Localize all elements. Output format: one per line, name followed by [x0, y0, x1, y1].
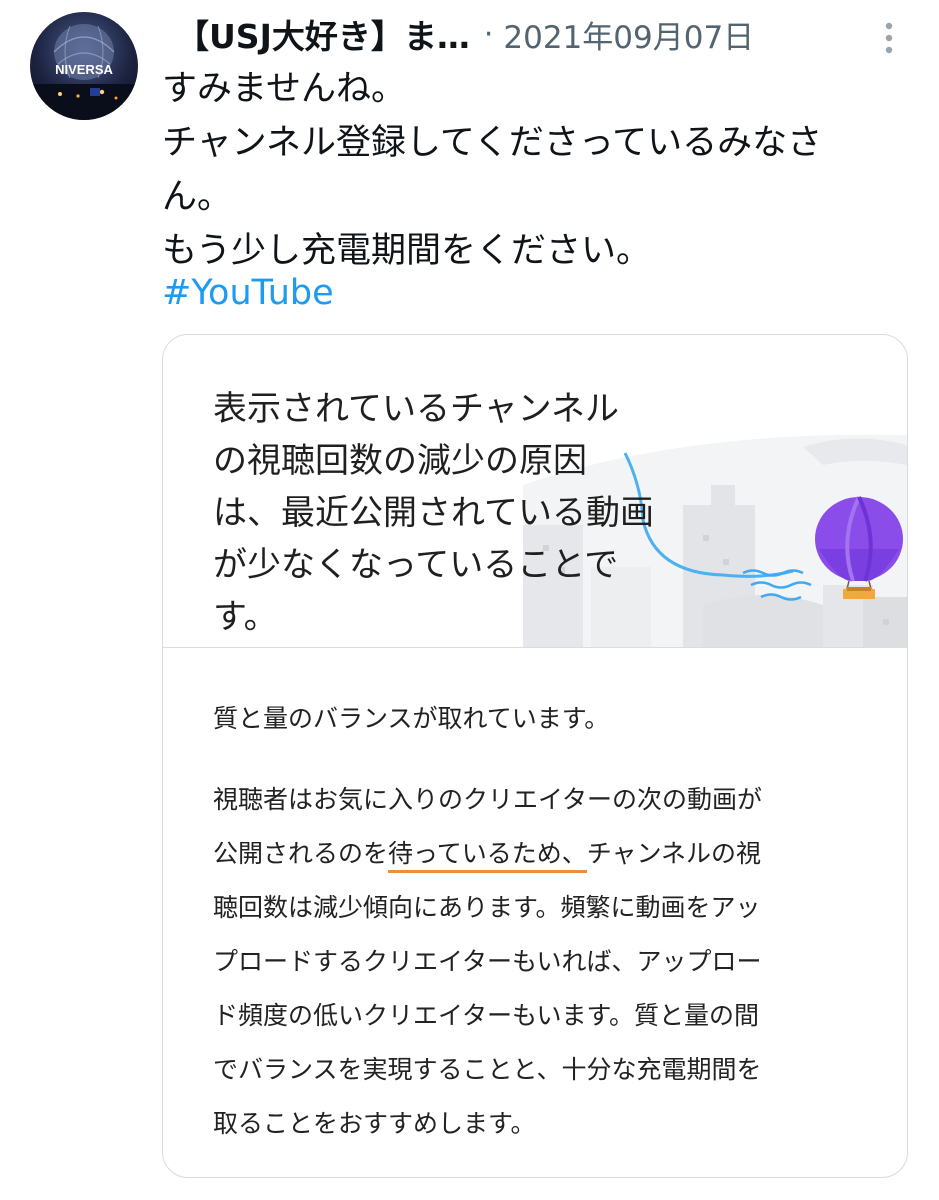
card-subheading: 質と量のバランスが取れています。 [213, 704, 610, 733]
highlighted-phrase: 待っているため、 [388, 839, 587, 873]
card-body-segment: 公開されるのを [213, 839, 389, 868]
card-body-line: 公開されるのを待っているため、チャンネルの視 [213, 827, 873, 881]
card-headline-line: す。 [213, 597, 278, 637]
tweet[interactable]: NIVERSA 【USJ大好き】ま… · 2021年09月07日 すみませんね。… [0, 0, 939, 1200]
card-body-line: 聴回数は減少傾向にあります。頻繁に動画をアッ [213, 893, 761, 922]
avatar[interactable]: NIVERSA [30, 12, 138, 120]
avatar-image: NIVERSA [30, 24, 138, 120]
card-banner: 表示されているチャンネル の視聴回数の減少の原因 は、最近公開されている動画 が… [163, 335, 907, 648]
card-body-line: プロードするクリエイターもいれば、アップロー [213, 947, 762, 976]
author-name[interactable]: 【USJ大好き】ま… [176, 10, 470, 58]
card-headline-line: は、最近公開されている動画 [213, 493, 654, 533]
timestamp[interactable]: 2021年09月07日 [503, 12, 754, 57]
card-body-segment: チャンネルの視 [586, 839, 762, 868]
card-body-line: でバランスを実現することと、十分な充電期間を [213, 1055, 762, 1084]
tweet-text-line: ん。 [162, 177, 233, 217]
tweet-text-line: チャンネル登録してくださっているみなさ [162, 123, 823, 163]
tweet-text-line: すみませんね。 [162, 69, 406, 109]
tweet-text: すみませんね。 チャンネル登録してくださっているみなさ ん。 もう少し充電期間を… [162, 62, 902, 278]
card-headline-line: が少なくなっていることで [213, 545, 619, 585]
card-headline-line: の視聴回数の減少の原因 [213, 441, 587, 481]
more-options-button[interactable] [879, 18, 899, 58]
attached-image-card[interactable]: 表示されているチャンネル の視聴回数の減少の原因 は、最近公開されている動画 が… [162, 334, 908, 1178]
header-separator: · [483, 16, 494, 52]
avatar-text: NIVERSA [55, 62, 113, 77]
card-body-line: 視聴者はお気に入りのクリエイターの次の動画が [213, 785, 763, 814]
card-headline: 表示されているチャンネル の視聴回数の減少の原因 は、最近公開されている動画 が… [213, 383, 673, 643]
hashtag-link[interactable]: #YouTube [162, 268, 334, 318]
card-body-line: ド頻度の低いクリエイターもいます。質と量の間 [213, 1001, 760, 1030]
card-body-line: 取ることをおすすめします。 [213, 1109, 536, 1138]
more-options-icon [885, 22, 893, 54]
tweet-header: 【USJ大好き】ま… · 2021年09月07日 [176, 6, 916, 62]
card-body-text: 視聴者はお気に入りのクリエイターの次の動画が 公開されるのを待っているため、チャ… [213, 773, 873, 1151]
card-headline-line: 表示されているチャンネル [213, 389, 619, 429]
